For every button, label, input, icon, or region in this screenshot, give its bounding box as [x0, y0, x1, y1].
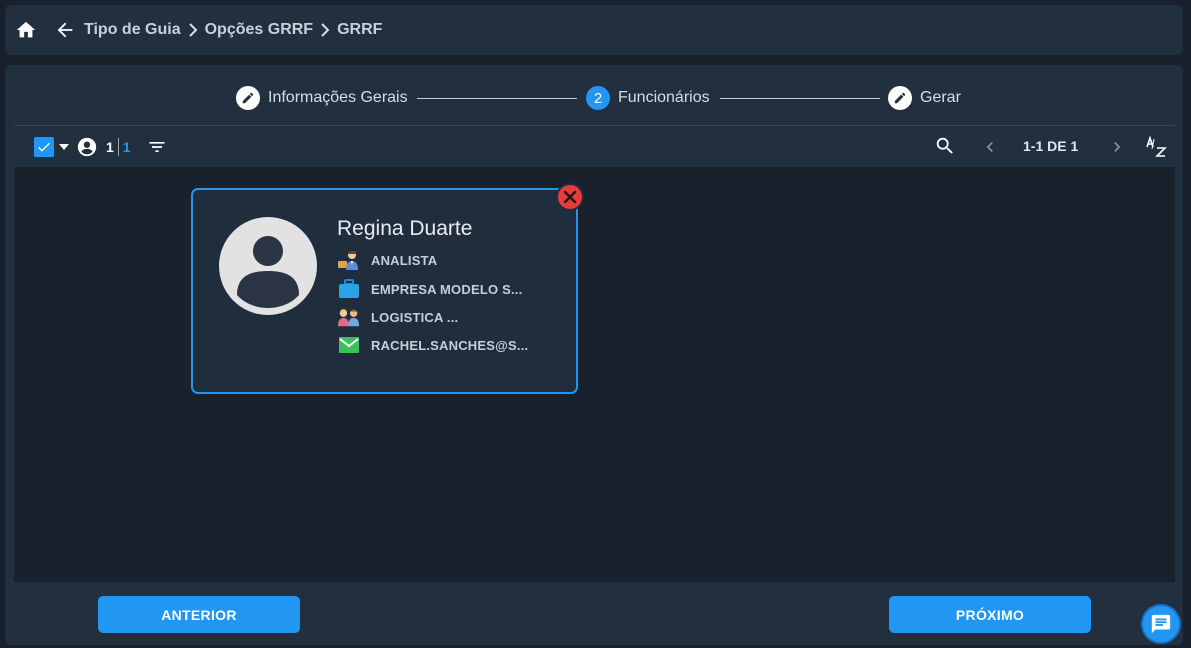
- home-icon[interactable]: [15, 19, 37, 41]
- breadcrumb-item-tipo-de-guia[interactable]: Tipo de Guia: [84, 21, 181, 39]
- breadcrumb-item-grrf: GRRF: [337, 21, 382, 39]
- employee-department: LOGISTICA ...: [371, 310, 458, 325]
- employee-role: ANALISTA: [371, 253, 437, 268]
- office-worker-icon: [337, 249, 361, 271]
- list-toolbar: 1 1 1-1 DE 1: [14, 125, 1175, 167]
- total-count: 1: [123, 139, 131, 155]
- close-icon: [563, 190, 577, 204]
- step-connector: [417, 98, 577, 99]
- employee-name: Regina Duarte: [337, 217, 472, 241]
- step-funcionarios[interactable]: 2 Funcionários: [586, 86, 710, 110]
- previous-button[interactable]: ANTERIOR: [98, 596, 300, 633]
- step-label: Informações Gerais: [268, 89, 408, 107]
- people-group-icon: [337, 306, 361, 328]
- pencil-icon: [236, 86, 260, 110]
- employee-list: Regina Duarte ANALISTA: [14, 167, 1175, 582]
- step-informacoes-gerais[interactable]: Informações Gerais: [236, 86, 408, 110]
- envelope-icon: [337, 334, 361, 356]
- count-divider: [118, 138, 119, 156]
- employee-email: RACHEL.SANCHES@S...: [371, 338, 528, 353]
- employee-card[interactable]: Regina Duarte ANALISTA: [191, 188, 578, 394]
- role-row: ANALISTA: [337, 249, 437, 271]
- chevron-right-icon[interactable]: [1107, 137, 1127, 157]
- search-icon[interactable]: [934, 135, 956, 157]
- stepper: Informações Gerais 2 Funcionários Gerar: [5, 65, 1183, 125]
- avatar: [219, 217, 317, 315]
- remove-employee-button[interactable]: [556, 183, 584, 211]
- chevron-left-icon[interactable]: [980, 137, 1000, 157]
- step-number-badge: 2: [586, 86, 610, 110]
- selected-count: 1: [106, 139, 114, 155]
- chat-icon: [1150, 613, 1172, 635]
- main-panel: Informações Gerais 2 Funcionários Gerar: [5, 65, 1183, 645]
- step-connector: [720, 98, 880, 99]
- sort-alpha-icon[interactable]: [1144, 135, 1168, 159]
- user-circle-icon: [76, 136, 98, 158]
- step-label: Funcionários: [618, 89, 710, 107]
- pencil-icon: [888, 86, 912, 110]
- select-all-checkbox[interactable]: [34, 137, 54, 157]
- briefcase-icon: [337, 278, 361, 300]
- filter-icon[interactable]: [147, 137, 167, 157]
- step-gerar[interactable]: Gerar: [888, 86, 961, 110]
- company-row: EMPRESA MODELO S...: [337, 278, 522, 300]
- chat-button[interactable]: [1141, 604, 1181, 644]
- pagination-label: 1-1 DE 1: [1023, 138, 1078, 154]
- chevron-right-icon: [188, 23, 198, 37]
- chevron-right-icon: [320, 23, 330, 37]
- email-row: RACHEL.SANCHES@S...: [337, 334, 528, 356]
- employee-company: EMPRESA MODELO S...: [371, 282, 522, 297]
- step-label: Gerar: [920, 89, 961, 107]
- back-arrow-icon[interactable]: [54, 19, 76, 41]
- breadcrumb-item-opcoes-grrf[interactable]: Opções GRRF: [205, 21, 313, 39]
- department-row: LOGISTICA ...: [337, 306, 458, 328]
- caret-down-icon[interactable]: [59, 144, 69, 150]
- next-button[interactable]: PRÓXIMO: [889, 596, 1091, 633]
- top-bar: Tipo de Guia Opções GRRF GRRF: [5, 5, 1183, 55]
